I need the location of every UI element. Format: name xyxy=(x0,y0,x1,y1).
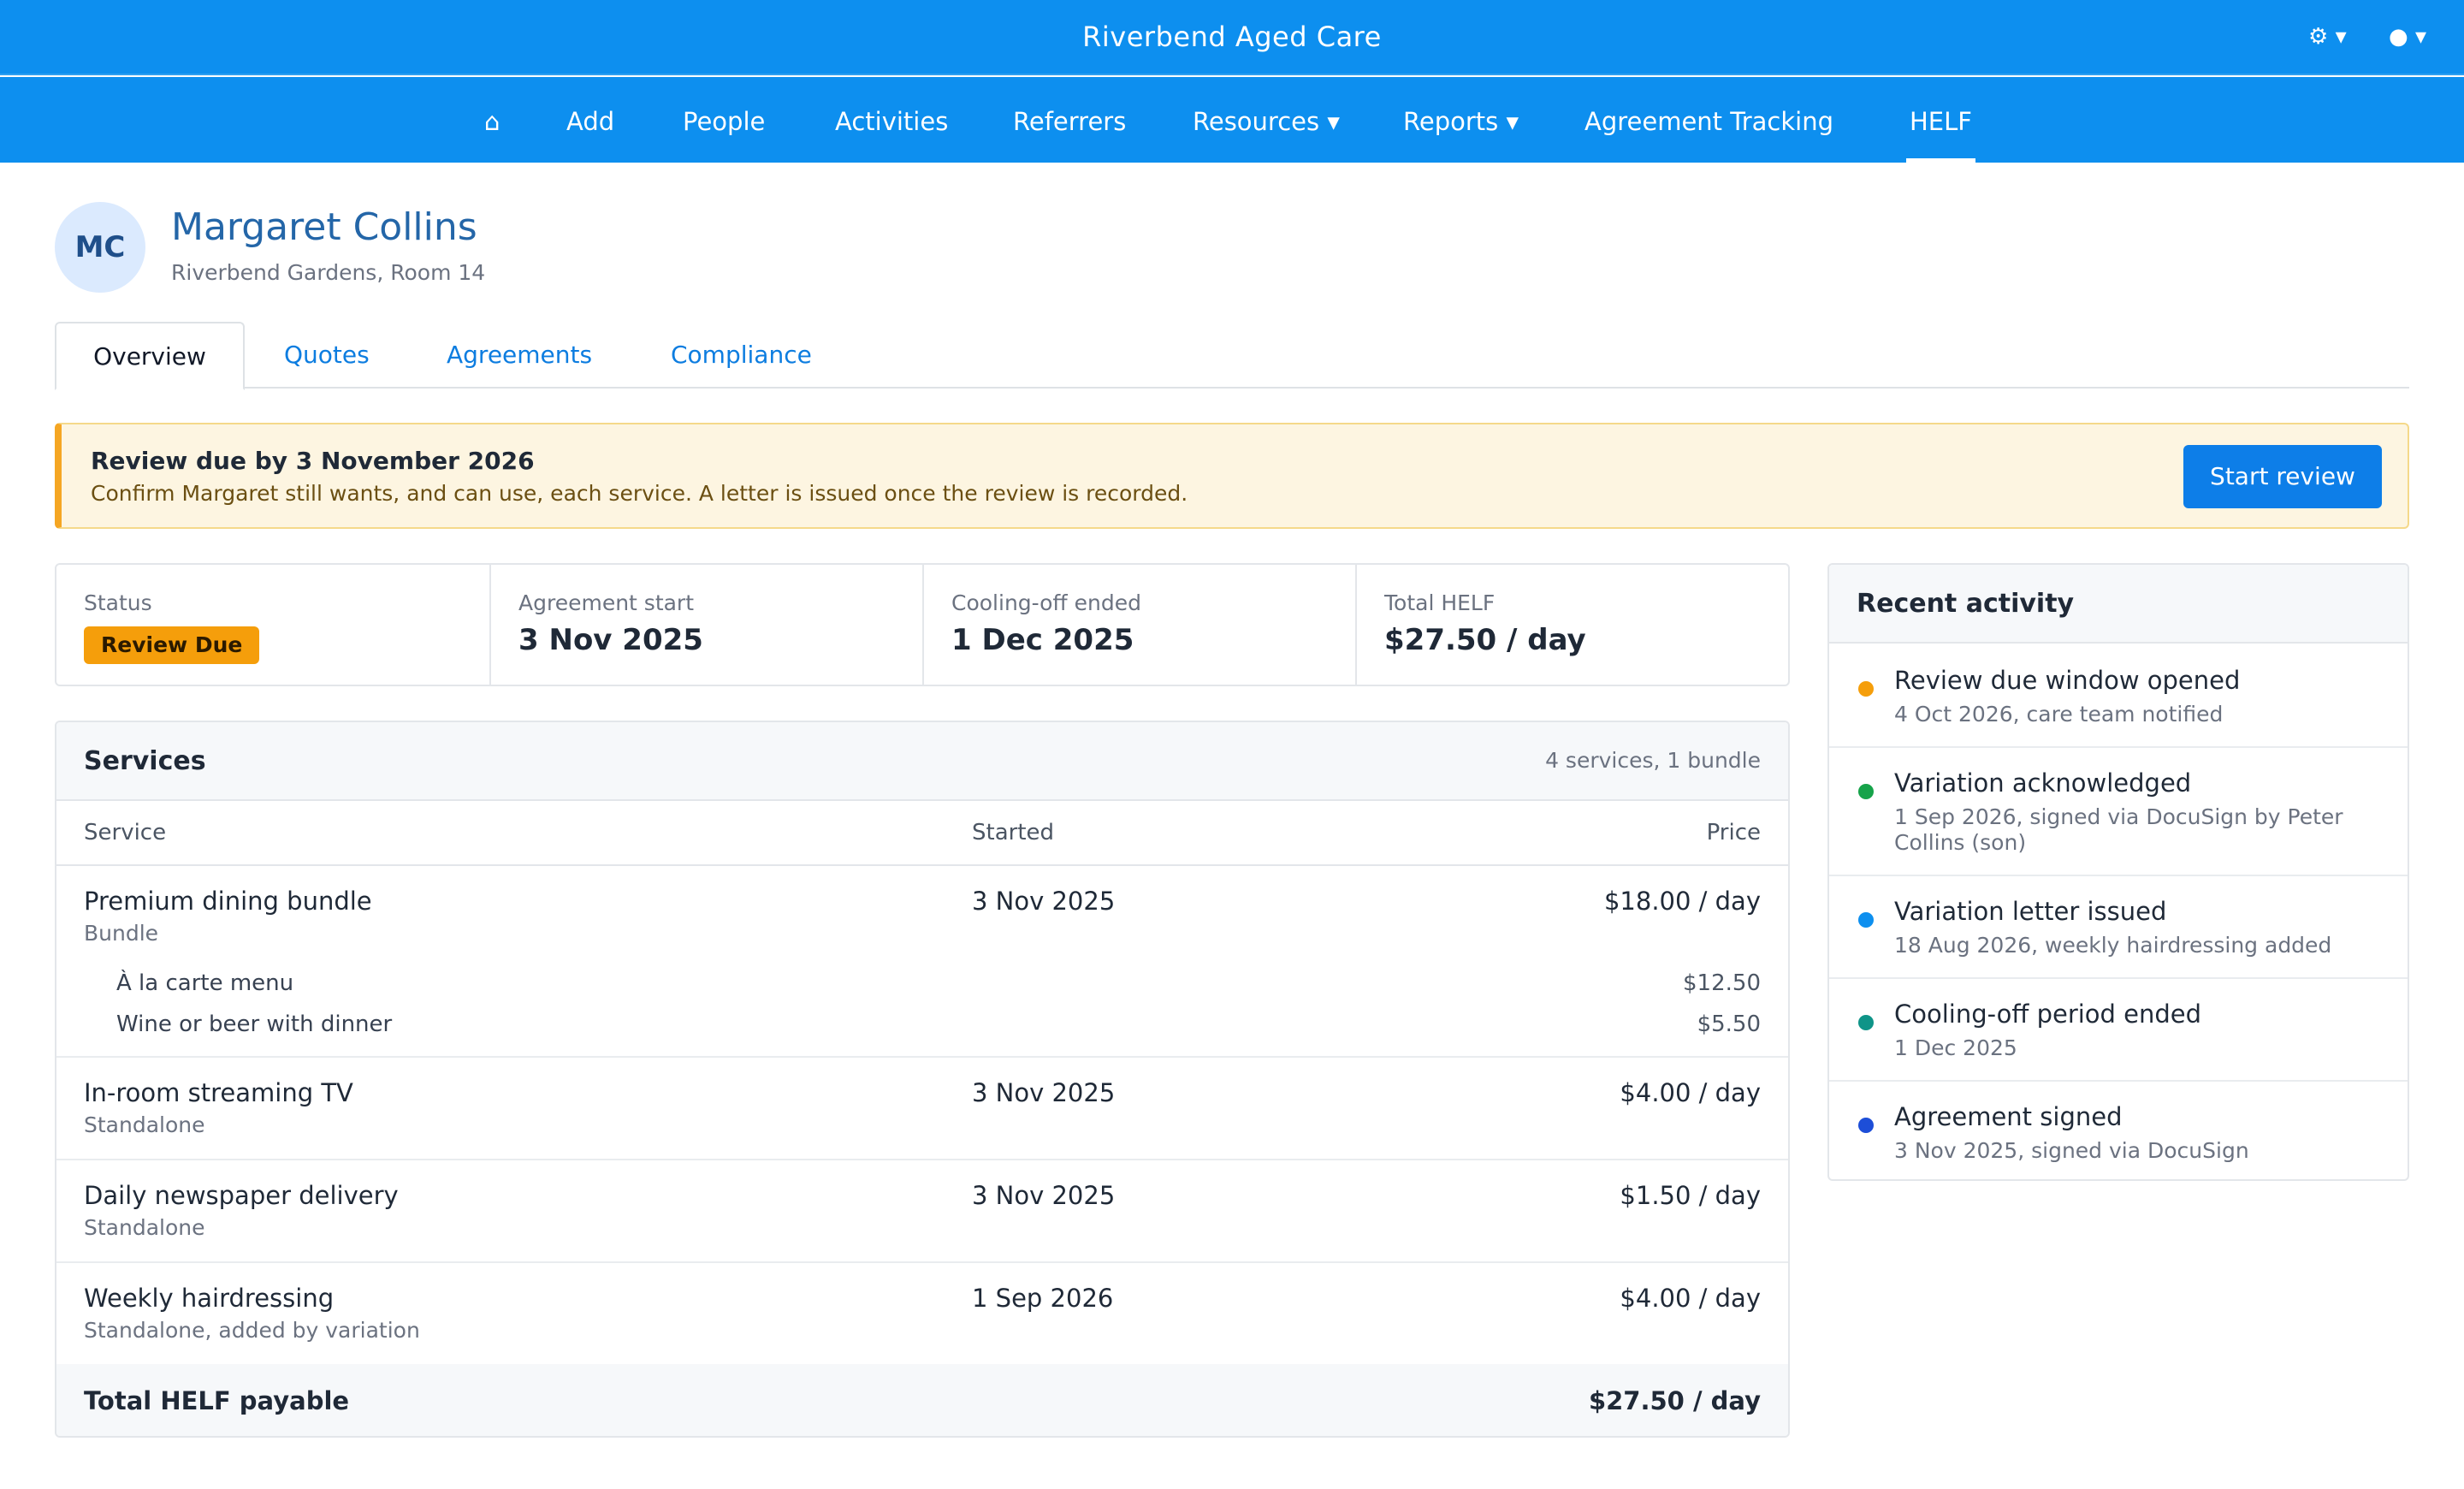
column-service: Service xyxy=(84,820,167,845)
activity-item[interactable]: Cooling-off period ended 1 Dec 2025 xyxy=(1829,979,2408,1082)
activity-item-detail: 3 Nov 2025, signed via DocuSign xyxy=(1894,1138,2249,1163)
tab-bar: Overview Quotes Agreements Compliance xyxy=(55,322,2409,390)
status-dot-icon xyxy=(1858,912,1874,928)
tab-agreements[interactable]: Agreements xyxy=(447,322,592,389)
service-type: Standalone xyxy=(84,1215,205,1240)
activity-item-detail: 18 Aug 2026, weekly hairdressing added xyxy=(1894,933,2332,958)
status-badge: Review Due xyxy=(84,626,260,664)
services-card: Services 4 services, 1 bundle Service St… xyxy=(55,721,1790,1438)
alert-text: Confirm Margaret still wants, and can us… xyxy=(91,481,1188,506)
bundle-item-price: $5.50 xyxy=(1697,1011,1761,1037)
service-price: $18.00 / day xyxy=(1603,887,1761,916)
activity-item[interactable]: Agreement signed 3 Nov 2025, signed via … xyxy=(1829,1082,2408,1179)
services-count: 4 services, 1 bundle xyxy=(1545,748,1761,773)
total-label: Total HELF payable xyxy=(84,1386,350,1415)
service-type: Standalone, added by variation xyxy=(84,1318,420,1343)
summary-stats: Status Review Due Agreement start 3 Nov … xyxy=(55,563,1790,686)
stat-label: Status xyxy=(84,590,152,615)
service-type: Bundle xyxy=(84,921,159,946)
table-row[interactable]: In-room streaming TV Standalone 3 Nov 20… xyxy=(56,1058,1788,1160)
nav-agreement-tracking[interactable]: Agreement Tracking xyxy=(1584,77,1833,163)
person-location: Riverbend Gardens, Room 14 xyxy=(171,260,486,285)
bundle-item-name: À la carte menu xyxy=(116,970,294,996)
services-header: Services 4 services, 1 bundle xyxy=(56,722,1788,801)
services-title: Services xyxy=(84,746,206,776)
avatar: MC xyxy=(55,202,145,293)
service-started: 1 Sep 2026 xyxy=(972,1284,1114,1313)
service-started: 3 Nov 2025 xyxy=(972,1181,1116,1210)
main-nav: ⌂ Add People Activities Referrers Resour… xyxy=(0,77,2464,163)
nav-people[interactable]: People xyxy=(683,77,765,163)
service-started: 3 Nov 2025 xyxy=(972,1078,1116,1107)
nav-referrers[interactable]: Referrers xyxy=(1013,77,1126,163)
stat-label: Agreement start xyxy=(518,590,695,615)
service-price: $4.00 / day xyxy=(1620,1284,1761,1313)
activity-header: Recent activity xyxy=(1829,565,2408,644)
status-dot-icon xyxy=(1858,1015,1874,1030)
stat-label: Total HELF xyxy=(1384,590,1496,615)
activity-item[interactable]: Variation letter issued 18 Aug 2026, wee… xyxy=(1829,876,2408,979)
settings-menu-icon[interactable]: ⚙ ▾ xyxy=(2308,24,2347,50)
service-name: Premium dining bundle xyxy=(84,887,372,916)
nav-helf[interactable]: HELF xyxy=(1906,77,1975,163)
stat-status: Status Review Due xyxy=(56,565,491,685)
tab-quotes[interactable]: Quotes xyxy=(284,322,370,389)
alert-title: Review due by 3 November 2026 xyxy=(91,447,535,475)
table-row[interactable]: Daily newspaper delivery Standalone 3 No… xyxy=(56,1160,1788,1263)
activity-item-detail: 1 Dec 2025 xyxy=(1894,1035,2017,1060)
bundle-item-price: $12.50 xyxy=(1683,970,1761,996)
activity-item-title: Review due window opened xyxy=(1894,666,2241,695)
tab-overview[interactable]: Overview xyxy=(55,322,245,390)
column-price: Price xyxy=(1706,820,1761,845)
activity-item-detail: 1 Sep 2026, signed via DocuSign by Peter… xyxy=(1894,804,2343,855)
stat-value: 1 Dec 2025 xyxy=(951,623,1134,657)
stat-value: 3 Nov 2025 xyxy=(518,623,703,657)
tab-compliance[interactable]: Compliance xyxy=(671,322,812,389)
service-name: In-room streaming TV xyxy=(84,1078,353,1107)
total-row: Total HELF payable $27.50 / day xyxy=(56,1364,1788,1436)
stat-total-helf: Total HELF $27.50 / day xyxy=(1357,565,1788,685)
app-title: Riverbend Aged Care xyxy=(1082,21,1382,53)
home-icon[interactable]: ⌂ xyxy=(484,77,500,163)
service-name: Daily newspaper delivery xyxy=(84,1181,399,1210)
activity-item-title: Agreement signed xyxy=(1894,1102,2123,1131)
column-started: Started xyxy=(972,820,1055,845)
activity-title: Recent activity xyxy=(1857,589,2075,619)
stat-value: $27.50 / day xyxy=(1384,623,1586,657)
recent-activity-card: Recent activity Review due window opened… xyxy=(1827,563,2409,1181)
status-dot-icon xyxy=(1858,784,1874,799)
table-row[interactable]: Weekly hairdressing Standalone, added by… xyxy=(56,1263,1788,1364)
service-price: $1.50 / day xyxy=(1620,1181,1761,1210)
app-header: Riverbend Aged Care ⚙ ▾ ● ▾ xyxy=(0,0,2464,75)
activity-item-title: Cooling-off period ended xyxy=(1894,1000,2202,1029)
total-value: $27.50 / day xyxy=(1588,1386,1761,1415)
stat-agreement-start: Agreement start 3 Nov 2025 xyxy=(491,565,924,685)
activity-item-detail: 4 Oct 2026, care team notified xyxy=(1894,702,2224,727)
nav-add[interactable]: Add xyxy=(566,77,614,163)
review-alert: Review due by 3 November 2026 Confirm Ma… xyxy=(55,423,2409,529)
activity-item[interactable]: Variation acknowledged 1 Sep 2026, signe… xyxy=(1829,748,2408,876)
status-dot-icon xyxy=(1858,681,1874,697)
service-type: Standalone xyxy=(84,1112,205,1137)
service-name: Weekly hairdressing xyxy=(84,1284,335,1313)
activity-item-title: Variation acknowledged xyxy=(1894,768,2192,798)
activity-item-title: Variation letter issued xyxy=(1894,897,2167,926)
person-name: Margaret Collins xyxy=(171,205,477,249)
nav-resources[interactable]: Resources ▾ xyxy=(1193,77,1340,163)
table-row[interactable]: Premium dining bundle Bundle 3 Nov 2025 … xyxy=(56,866,1788,1058)
start-review-button[interactable]: Start review xyxy=(2183,445,2382,508)
stat-cooling-off: Cooling-off ended 1 Dec 2025 xyxy=(924,565,1357,685)
nav-reports[interactable]: Reports ▾ xyxy=(1403,77,1519,163)
bundle-item-name: Wine or beer with dinner xyxy=(116,1011,393,1037)
nav-activities[interactable]: Activities xyxy=(835,77,948,163)
user-menu-icon[interactable]: ● ▾ xyxy=(2389,24,2426,50)
status-dot-icon xyxy=(1858,1118,1874,1133)
stat-label: Cooling-off ended xyxy=(951,590,1141,615)
service-started: 3 Nov 2025 xyxy=(972,887,1116,916)
service-price: $4.00 / day xyxy=(1620,1078,1761,1107)
activity-item[interactable]: Review due window opened 4 Oct 2026, car… xyxy=(1829,645,2408,748)
